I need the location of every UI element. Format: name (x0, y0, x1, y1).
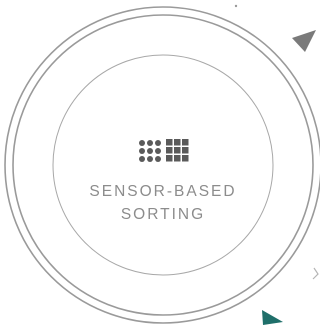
dot (147, 148, 153, 154)
square (182, 139, 189, 146)
top-dot (234, 4, 238, 8)
badge-label-line1: SENSOR-BASED (89, 183, 236, 200)
square (166, 155, 173, 162)
square (174, 147, 181, 154)
dot (147, 156, 153, 162)
square (174, 139, 181, 146)
dot (139, 156, 145, 162)
dot (139, 148, 145, 154)
faint-chevron (312, 267, 319, 280)
dot (147, 140, 153, 146)
middle-ring (12, 14, 314, 316)
square (166, 147, 173, 154)
square (166, 139, 173, 146)
inner-ring (52, 54, 274, 276)
square-grid-icon (166, 139, 189, 162)
square (174, 155, 181, 162)
badge-label-line2: SORTING (121, 206, 205, 223)
dot (139, 140, 145, 146)
square (182, 147, 189, 154)
dot (155, 140, 161, 146)
square (182, 155, 189, 162)
dot-grid-icon (139, 140, 161, 162)
top-right-arrow (292, 30, 316, 52)
dot (155, 148, 161, 154)
bottom-right-arrow (262, 310, 283, 325)
dot (155, 156, 161, 162)
sensor-sorting-badge: SENSOR-BASED SORTING (4, 4, 320, 325)
